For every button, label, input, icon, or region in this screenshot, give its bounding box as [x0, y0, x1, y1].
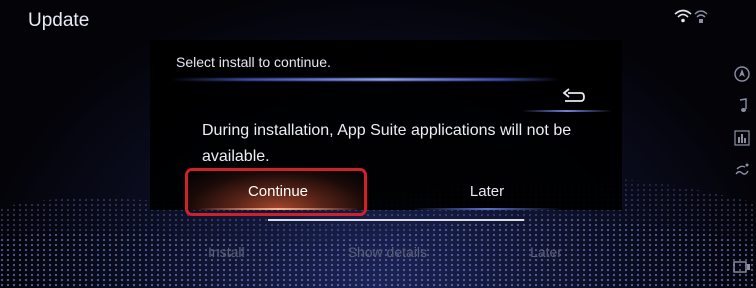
- page-title: Update: [28, 10, 90, 31]
- later-button-underline: [412, 208, 562, 210]
- dialog-message: During installation, App Suite applicati…: [202, 122, 572, 165]
- dialog-scroll-indicator: [268, 219, 524, 221]
- navigation-icon[interactable]: [733, 65, 751, 83]
- install-button[interactable]: Install: [208, 244, 245, 260]
- display-icon[interactable]: [733, 258, 751, 276]
- status-icons: [674, 8, 708, 24]
- side-shortcut-bar: [728, 55, 756, 288]
- equalizer-icon[interactable]: [733, 129, 751, 147]
- later-button[interactable]: Later: [410, 172, 564, 210]
- continue-highlight-box: [185, 168, 367, 216]
- music-icon[interactable]: [733, 97, 751, 115]
- signal-icon: [694, 10, 708, 23]
- update-screen: Update Install Show details Later Select…: [0, 0, 756, 288]
- background-action-bar: Install Show details Later: [150, 244, 620, 260]
- back-icon[interactable]: [560, 88, 586, 108]
- back-button-underline: [522, 110, 612, 112]
- wifi-icon: [674, 9, 692, 23]
- climate-icon[interactable]: [733, 161, 751, 179]
- dialog-header-text: Select install to continue.: [176, 54, 331, 70]
- background-later-button[interactable]: Later: [530, 244, 562, 260]
- header-divider: [170, 78, 560, 81]
- show-details-button[interactable]: Show details: [348, 244, 427, 260]
